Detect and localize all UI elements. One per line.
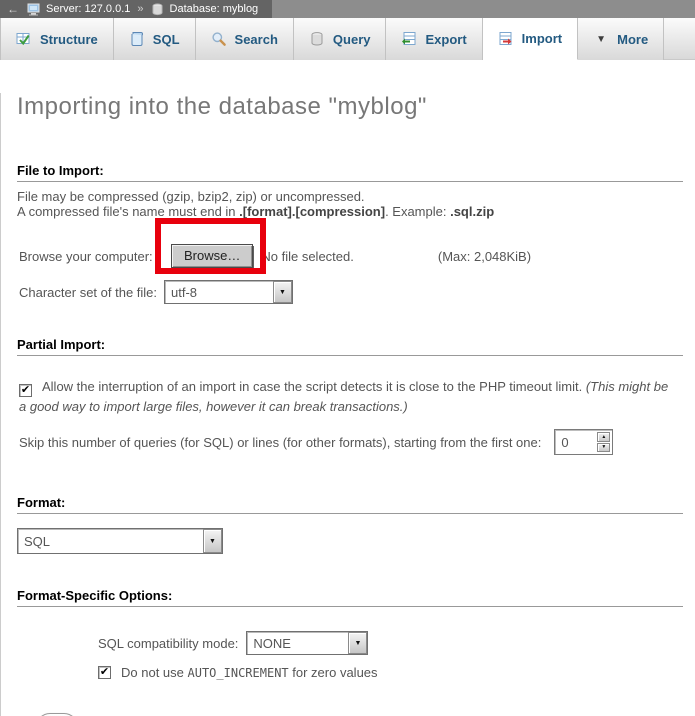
browse-label: Browse your computer: (19, 249, 171, 264)
tab-query[interactable]: Query (294, 18, 387, 60)
dropdown-arrow-icon[interactable]: ▼ (273, 281, 292, 303)
breadcrumb-database[interactable]: Database: myblog (170, 3, 259, 15)
collapse-nav-icon[interactable]: ← (4, 2, 22, 16)
structure-icon (16, 31, 32, 47)
tab-label: Export (425, 32, 466, 47)
tab-search[interactable]: Search (196, 18, 294, 60)
skip-queries-value: 0 (555, 430, 595, 454)
hint-line2-mid: . Example: (385, 204, 450, 219)
spinner-buttons: ▲ ▼ (595, 430, 612, 454)
sql-compatibility-label: SQL compatibility mode: (98, 636, 238, 651)
format-select[interactable]: SQL ▼ (17, 528, 223, 554)
tabbar-filler (664, 18, 695, 59)
sql-compatibility-value: NONE (247, 632, 348, 654)
tab-structure[interactable]: Structure (0, 18, 114, 60)
skip-queries-stepper[interactable]: 0 ▲ ▼ (554, 429, 613, 455)
server-icon (27, 3, 41, 15)
section-heading-format: Format: (17, 495, 683, 514)
tab-bar: Structure SQL Search Query Export Import… (0, 18, 695, 60)
auto-increment-checkbox[interactable]: ✔ (98, 666, 111, 679)
export-icon (401, 31, 417, 47)
hint-line1: File may be compressed (gzip, bzip2, zip… (17, 189, 365, 204)
sql-compatibility-row: SQL compatibility mode: NONE ▼ (17, 631, 679, 655)
section-heading-file-to-import: File to Import: (17, 163, 683, 182)
section-heading-partial-import: Partial Import: (17, 337, 683, 356)
tab-label: Query (333, 32, 371, 47)
import-icon (498, 31, 514, 47)
browse-button[interactable]: Browse… (171, 244, 253, 268)
more-chevron-icon: ▼ (593, 31, 609, 47)
auto-increment-row: ✔ Do not use AUTO_INCREMENT for zero val… (17, 665, 679, 680)
skip-queries-row: Skip this number of queries (for SQL) or… (17, 429, 679, 455)
tab-label: Structure (40, 32, 98, 47)
tab-import[interactable]: Import (483, 18, 578, 60)
tab-label: Search (235, 32, 278, 47)
charset-select[interactable]: utf-8 ▼ (164, 280, 293, 304)
skip-queries-label: Skip this number of queries (for SQL) or… (19, 435, 541, 450)
query-icon (309, 31, 325, 47)
tab-export[interactable]: Export (386, 18, 482, 60)
max-upload-size: (Max: 2,048KiB) (438, 249, 531, 264)
tab-label: More (617, 32, 648, 47)
spinner-down-icon[interactable]: ▼ (597, 443, 610, 453)
search-icon (211, 31, 227, 47)
charset-label: Character set of the file: (19, 285, 164, 300)
tab-label: SQL (153, 32, 180, 47)
page-title: Importing into the database "myblog" (17, 93, 679, 121)
compression-hint: File may be compressed (gzip, bzip2, zip… (17, 189, 679, 219)
hint-example: .sql.zip (450, 204, 494, 219)
spinner-up-icon[interactable]: ▲ (597, 432, 610, 442)
allow-interruption-block: ✔ Allow the interruption of an import in … (17, 377, 679, 416)
breadcrumb-bar: ← Server: 127.0.0.1 » Database: myblog (0, 0, 695, 18)
dropdown-arrow-icon[interactable]: ▼ (203, 529, 222, 553)
tab-more[interactable]: ▼ More (578, 18, 664, 60)
sql-icon (129, 31, 145, 47)
hint-line2: A compressed file's name must end in .[f… (17, 204, 494, 219)
charset-row: Character set of the file: utf-8 ▼ (17, 280, 679, 304)
auto-increment-suffix: for zero values (289, 665, 378, 680)
dropdown-arrow-icon[interactable]: ▼ (348, 632, 367, 654)
section-heading-format-specific: Format-Specific Options: (17, 588, 683, 607)
breadcrumb: ← Server: 127.0.0.1 » Database: myblog (0, 0, 272, 18)
auto-increment-keyword: AUTO_INCREMENT (188, 666, 289, 680)
breadcrumb-server[interactable]: Server: 127.0.0.1 (46, 3, 130, 15)
browse-row: Browse your computer: Browse… No file se… (17, 244, 679, 268)
hint-format-pattern: .[format].[compression] (239, 204, 385, 219)
main-content: Importing into the database "myblog" Fil… (0, 93, 695, 716)
auto-increment-prefix: Do not use (121, 665, 188, 680)
tab-label: Import (522, 31, 562, 46)
tab-sql[interactable]: SQL (114, 18, 196, 60)
allow-interruption-text: Allow the interruption of an import in c… (42, 379, 586, 394)
sql-compatibility-select[interactable]: NONE ▼ (246, 631, 368, 655)
no-file-selected-text: No file selected. (261, 249, 354, 264)
format-selected-value: SQL (18, 529, 203, 553)
charset-selected-value: utf-8 (165, 281, 273, 303)
breadcrumb-separator: » (137, 3, 143, 15)
auto-increment-label: Do not use AUTO_INCREMENT for zero value… (121, 665, 378, 680)
database-icon (151, 3, 165, 15)
allow-interruption-checkbox[interactable]: ✔ (19, 384, 32, 397)
hint-line2-prefix: A compressed file's name must end in (17, 204, 239, 219)
